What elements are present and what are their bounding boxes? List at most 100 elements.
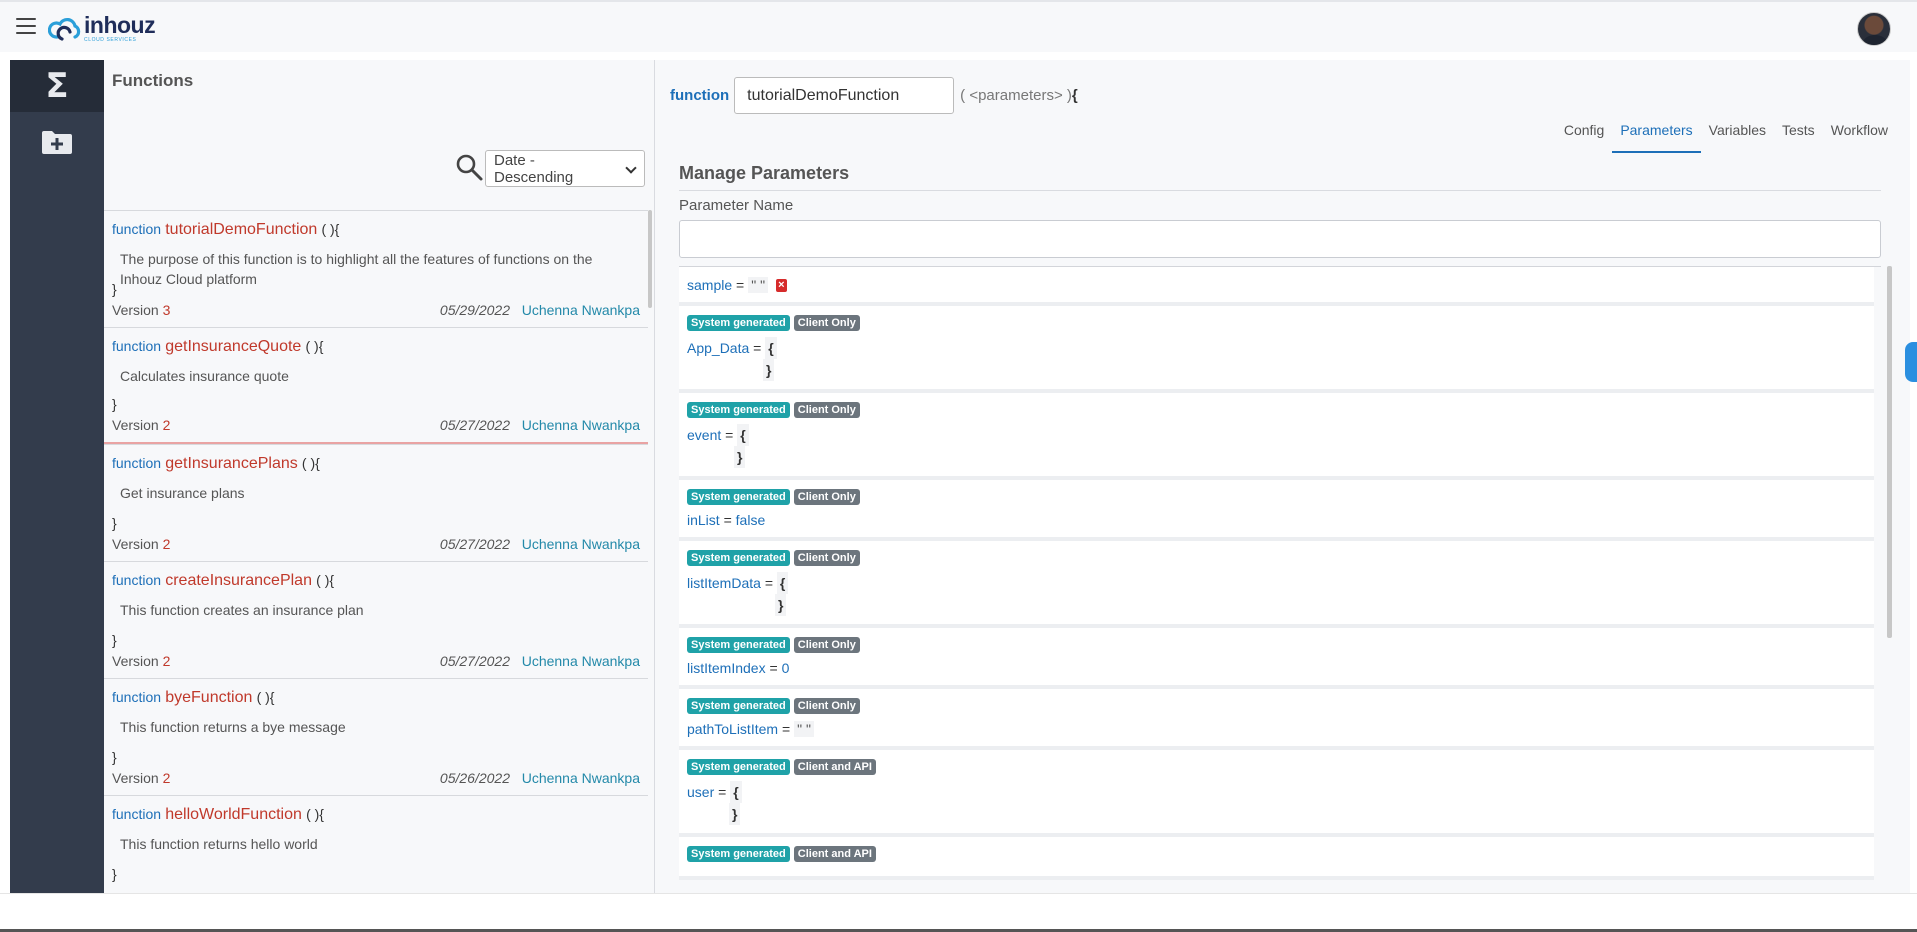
param-eq: =: [765, 575, 773, 591]
fn-description: This function returns a bye message: [120, 717, 600, 737]
fn-date: 05/27/2022: [440, 536, 510, 552]
param-row[interactable]: System generatedClient Only event = { }: [679, 393, 1874, 480]
badge-client-only: Client Only: [794, 402, 860, 418]
fn-name: byeFunction: [165, 689, 252, 706]
param-eq: =: [782, 721, 790, 737]
param-row[interactable]: System generatedClient and API user = { …: [679, 750, 1874, 837]
rail-new-folder[interactable]: [10, 116, 104, 168]
param-row[interactable]: System generatedClient Only inList = fal…: [679, 480, 1874, 541]
badge-system-generated: System generated: [687, 759, 790, 775]
list-item[interactable]: function helloWorldFunction ( ){ This fu…: [104, 795, 648, 893]
param-value: " ": [794, 721, 814, 737]
sigma-icon: Σ: [45, 66, 68, 106]
menu-icon[interactable]: [16, 18, 36, 34]
fn-close: }: [112, 866, 117, 882]
tab-config[interactable]: Config: [1556, 118, 1612, 153]
fn-close: }: [112, 396, 117, 412]
params-scrollbar[interactable]: [1887, 266, 1892, 638]
param-open-brace: {: [777, 572, 788, 594]
list-item[interactable]: function tutorialDemoFunction ( ){ The p…: [104, 210, 648, 327]
fn-name: createInsurancePlan: [165, 572, 312, 589]
param-eq: =: [736, 277, 744, 293]
fn-author[interactable]: Uchenna Nwankpa: [522, 653, 640, 669]
list-scrollbar[interactable]: [648, 210, 652, 308]
editor-tabs: Config Parameters Variables Tests Workfl…: [1556, 118, 1896, 153]
fn-date: 05/29/2022: [440, 302, 510, 318]
list-item[interactable]: function createInsurancePlan ( ){ This f…: [104, 561, 648, 678]
side-panel-handle[interactable]: [1905, 342, 1917, 382]
badge-client-only: Client Only: [794, 637, 860, 653]
param-value: false: [736, 512, 766, 528]
sig-params-text: ( <parameters> ): [960, 87, 1072, 104]
fn-brace: ( ){: [257, 689, 275, 705]
rail-functions[interactable]: Σ: [10, 60, 104, 112]
fn-close: }: [112, 515, 117, 531]
fn-author[interactable]: Uchenna Nwankpa: [522, 417, 640, 433]
param-row[interactable]: System generatedClient Only App_Data = {…: [679, 306, 1874, 393]
badge-client-only: Client Only: [794, 315, 860, 331]
fn-date: 05/27/2022: [440, 417, 510, 433]
delete-icon[interactable]: [776, 279, 787, 292]
badge-client-only: Client Only: [794, 489, 860, 505]
list-item[interactable]: function byeFunction ( ){ This function …: [104, 678, 648, 795]
fn-author[interactable]: Uchenna Nwankpa: [522, 302, 640, 318]
sig-params: ( <parameters> ){: [960, 87, 1078, 104]
param-value: " ": [748, 277, 768, 293]
list-item[interactable]: function getInsuranceQuote ( ){ Calculat…: [104, 327, 648, 444]
avatar[interactable]: [1857, 12, 1891, 46]
param-name-label: Parameter Name: [679, 197, 793, 214]
function-name-input[interactable]: [734, 77, 954, 114]
function-list: function tutorialDemoFunction ( ){ The p…: [104, 210, 654, 893]
fn-keyword: function: [112, 806, 161, 822]
fn-name: getInsuranceQuote: [165, 338, 301, 355]
param-eq: =: [725, 427, 733, 443]
param-row[interactable]: System generatedClient Only pathToListIt…: [679, 689, 1874, 750]
nav-rail: Σ: [10, 60, 104, 893]
fn-close: }: [112, 632, 117, 648]
editor-panel: function ( <parameters> ){ Config Parame…: [655, 60, 1910, 893]
list-item[interactable]: function getInsurancePlans ( ){ Get insu…: [104, 444, 648, 561]
fn-brace: ( ){: [305, 338, 323, 354]
fn-description: Get insurance plans: [120, 483, 600, 503]
param-close-brace: }: [734, 446, 745, 468]
param-eq: =: [724, 512, 732, 528]
version-number: 2: [163, 417, 171, 433]
param-close-brace: }: [729, 803, 740, 825]
bottom-bar: [0, 893, 1917, 932]
badge-system-generated: System generated: [687, 846, 790, 862]
fn-close: }: [112, 281, 117, 297]
tab-workflow[interactable]: Workflow: [1823, 118, 1896, 153]
param-row[interactable]: System generatedClient Only listItemData…: [679, 541, 1874, 628]
param-row[interactable]: System generatedClient and API: [679, 837, 1874, 880]
param-row[interactable]: System generatedClient Only listItemInde…: [679, 628, 1874, 689]
fn-author[interactable]: Uchenna Nwankpa: [522, 770, 640, 786]
param-close-brace: }: [763, 359, 774, 381]
param-name: App_Data: [687, 340, 749, 356]
fn-keyword: function: [112, 338, 161, 354]
version-number: 2: [163, 536, 171, 552]
badge-client-only: Client Only: [794, 550, 860, 566]
fn-brace: ( ){: [316, 572, 334, 588]
param-eq: =: [753, 340, 761, 356]
version-number: 2: [163, 653, 171, 669]
parameter-list: sample =" " System generatedClient Only …: [679, 266, 1881, 893]
fn-name: helloWorldFunction: [165, 806, 302, 823]
tab-parameters[interactable]: Parameters: [1612, 118, 1700, 153]
sig-keyword: function: [670, 87, 729, 104]
fn-date: 05/26/2022: [440, 770, 510, 786]
param-eq: =: [718, 784, 726, 800]
fn-keyword: function: [112, 455, 161, 471]
logo[interactable]: inhouz CLOUD SERVICES: [48, 14, 155, 43]
tab-variables[interactable]: Variables: [1701, 118, 1774, 153]
param-row[interactable]: sample =" ": [679, 267, 1874, 306]
param-open-brace: {: [730, 781, 741, 803]
param-name-input[interactable]: [679, 220, 1881, 258]
sort-select[interactable]: Date - Descending: [485, 150, 645, 187]
search-icon[interactable]: [454, 152, 484, 182]
badge-system-generated: System generated: [687, 637, 790, 653]
badge-system-generated: System generated: [687, 315, 790, 331]
fn-author[interactable]: Uchenna Nwankpa: [522, 536, 640, 552]
param-name: listItemIndex: [687, 660, 766, 676]
tab-tests[interactable]: Tests: [1774, 118, 1823, 153]
version-label: Version: [112, 302, 159, 318]
